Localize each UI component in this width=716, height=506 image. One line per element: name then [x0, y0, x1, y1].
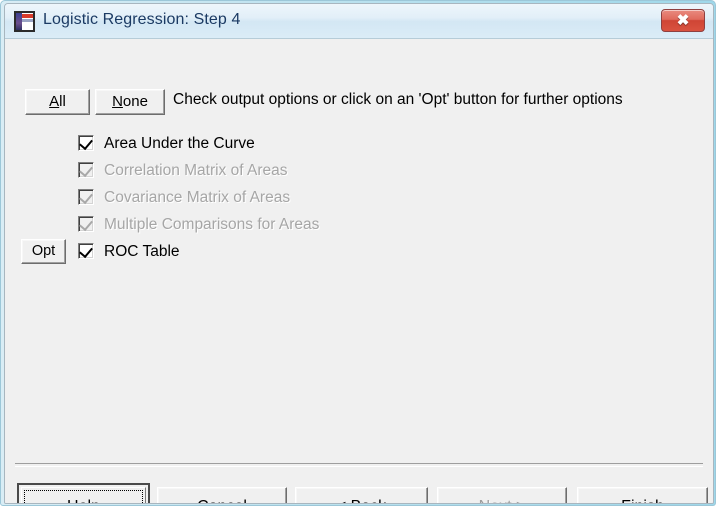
- finish-button-label: inish: [631, 498, 664, 503]
- cancel-button[interactable]: Cancel: [157, 487, 287, 503]
- checkbox-correlation-matrix: [78, 162, 94, 178]
- back-button-mnemonic: <: [337, 498, 346, 503]
- next-button: Next >: [437, 487, 567, 503]
- select-all-button[interactable]: All: [25, 89, 90, 115]
- none-button-mnemonic: N: [112, 93, 123, 110]
- cancel-button-label: ancel: [209, 498, 247, 503]
- dialog-client-area: All None Check output options or click o…: [5, 39, 713, 503]
- all-button-mnemonic: A: [49, 93, 60, 110]
- option-label-covariance-matrix: Covariance Matrix of Areas: [104, 189, 291, 206]
- title-bar[interactable]: Logistic Regression: Step 4 ✖: [5, 4, 713, 39]
- back-button[interactable]: < Back: [295, 487, 428, 503]
- instruction-text: Check output options or click on an 'Opt…: [173, 91, 623, 108]
- app-icon: [14, 11, 35, 32]
- help-button[interactable]: Help: [17, 483, 150, 503]
- finish-button[interactable]: Finish: [577, 487, 708, 503]
- window-title: Logistic Regression: Step 4: [43, 11, 241, 28]
- check-icon: [79, 216, 93, 232]
- back-button-label: Back: [346, 498, 387, 503]
- next-button-mnemonic: >: [516, 498, 525, 503]
- footer-divider: [15, 463, 703, 467]
- help-button-label: elp: [79, 498, 100, 503]
- dialog-window: Logistic Regression: Step 4 ✖ All None C…: [0, 0, 716, 506]
- checkbox-covariance-matrix: [78, 189, 94, 205]
- check-icon: [79, 135, 93, 151]
- check-icon: [79, 189, 93, 205]
- option-label-roc-table: ROC Table: [104, 243, 180, 260]
- checkbox-area-under-curve[interactable]: [78, 135, 94, 151]
- select-none-button[interactable]: None: [95, 89, 165, 115]
- check-icon: [79, 162, 93, 178]
- dialog-frame: Logistic Regression: Step 4 ✖ All None C…: [4, 3, 714, 504]
- option-label-correlation-matrix: Correlation Matrix of Areas: [104, 162, 288, 179]
- option-label-area-under-curve: Area Under the Curve: [104, 135, 255, 152]
- roc-table-opt-button[interactable]: Opt: [21, 239, 66, 264]
- opt-button-label: Opt: [31, 243, 56, 259]
- finish-button-mnemonic: F: [621, 498, 631, 503]
- checkbox-multiple-comparisons: [78, 216, 94, 232]
- check-icon: [79, 243, 93, 259]
- checkbox-roc-table[interactable]: [78, 243, 94, 259]
- next-button-label: Next: [479, 498, 516, 503]
- cancel-button-mnemonic: C: [197, 498, 209, 503]
- close-button[interactable]: ✖: [661, 9, 705, 32]
- option-label-multiple-comparisons: Multiple Comparisons for Areas: [104, 216, 320, 233]
- help-button-mnemonic: H: [67, 498, 79, 503]
- close-icon: ✖: [676, 12, 690, 29]
